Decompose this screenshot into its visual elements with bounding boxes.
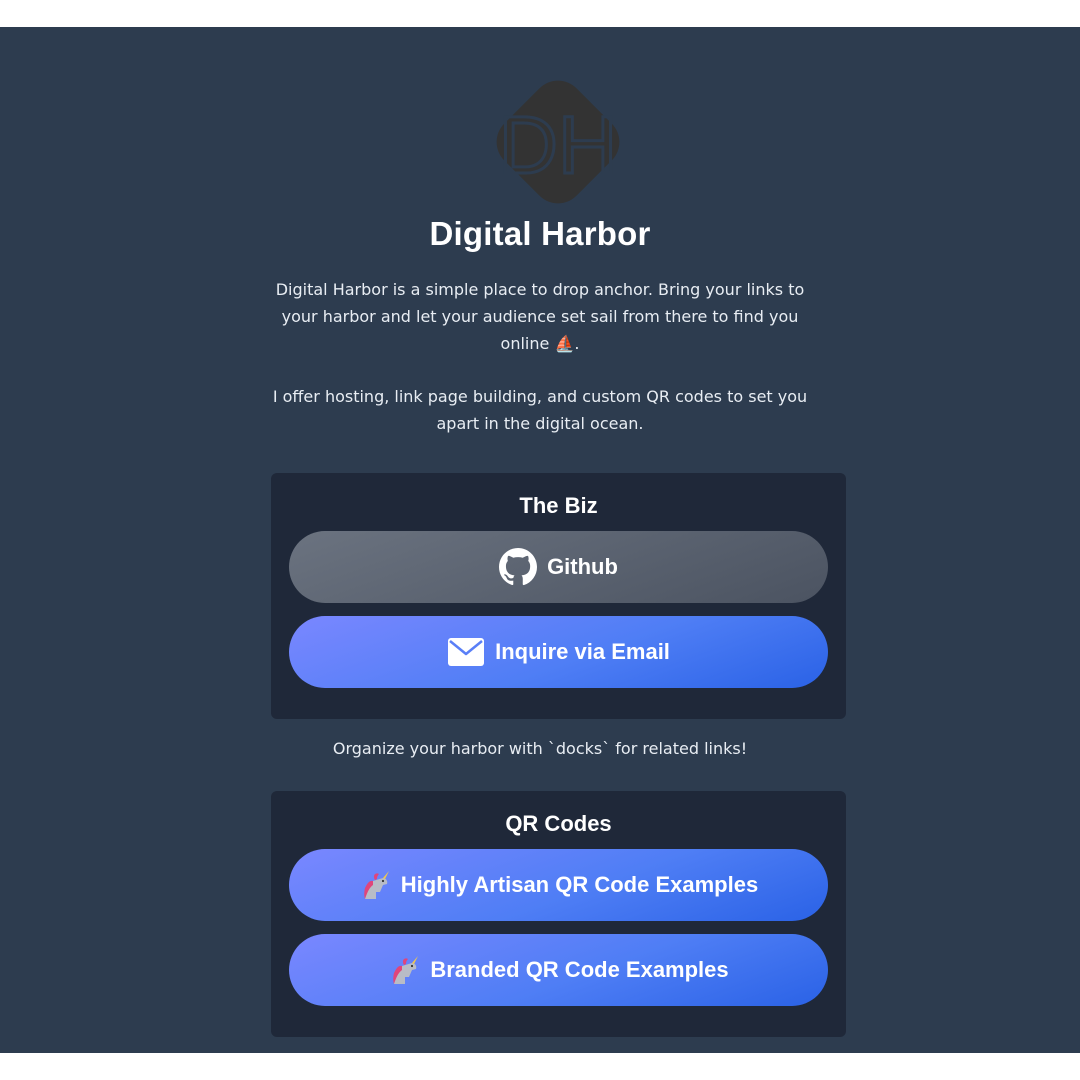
logo-icon: DH (496, 80, 620, 204)
page-title: Digital Harbor (429, 215, 651, 252)
branded-qr-link-button[interactable]: Branded QR Code Examples (289, 934, 828, 1006)
description-line: your harbor and let your audience set sa… (281, 307, 799, 326)
unicorn-icon (359, 870, 391, 900)
dock-title: The Biz (519, 493, 598, 518)
logo-text: DH (499, 100, 617, 191)
dock-the-biz: The Biz Github Inquire via Email (271, 473, 846, 719)
mail-icon (447, 637, 485, 667)
unicorn-icon (388, 955, 420, 985)
github-link-button[interactable]: Github (289, 531, 828, 603)
artisan-qr-link-button[interactable]: Highly Artisan QR Code Examples (289, 849, 828, 921)
description-line: apart in the digital ocean. (436, 414, 644, 433)
description-offer: I offer hosting, link page building, and… (0, 383, 1080, 437)
email-link-button[interactable]: Inquire via Email (289, 616, 828, 688)
button-label: Inquire via Email (495, 639, 670, 664)
button-label: Github (547, 554, 618, 579)
description-line: online ⛵. (500, 334, 580, 353)
description-line: I offer hosting, link page building, and… (272, 387, 808, 406)
dock-qr-codes: QR Codes Highly Artisan QR Code Examples (271, 791, 846, 1037)
dock-title: QR Codes (505, 811, 612, 836)
description-line: Digital Harbor is a simple place to drop… (275, 280, 805, 299)
button-label: Highly Artisan QR Code Examples (400, 872, 759, 897)
description-intro: Digital Harbor is a simple place to drop… (0, 276, 1080, 357)
github-icon (499, 548, 538, 586)
button-label: Branded QR Code Examples (430, 957, 729, 982)
link-page: DH Digital Harbor Digital Harbor is a si… (0, 27, 1080, 1053)
logo: DH (480, 65, 636, 219)
docks-note: Organize your harbor with `docks` for re… (332, 739, 748, 758)
